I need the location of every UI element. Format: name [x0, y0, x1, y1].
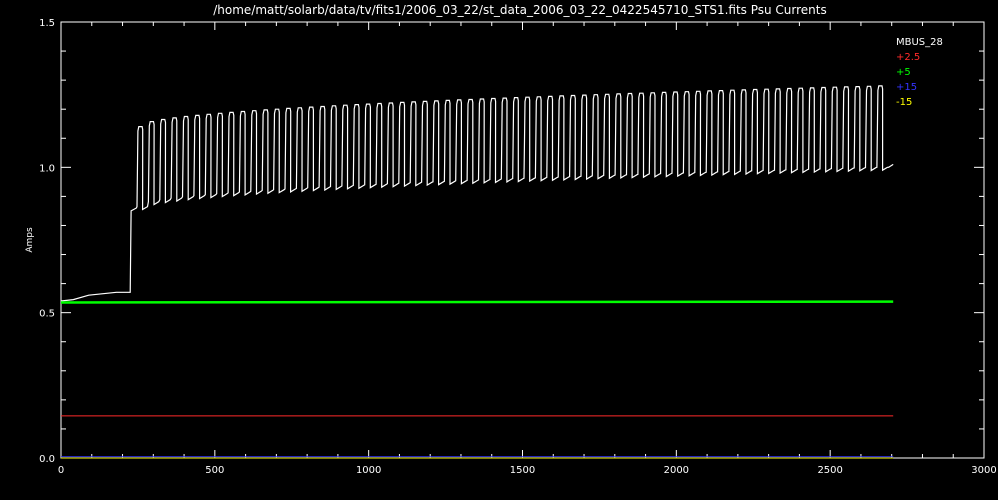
- x-tick-label: 0: [58, 465, 64, 476]
- x-axis-ticks: 0 500 1000 1500 2000 2500 3000: [58, 22, 997, 476]
- series-mbus-28: [60, 85, 894, 302]
- chart-title: /home/matt/solarb/data/tv/fits1/2006_03_…: [213, 3, 827, 17]
- y-tick-label: 0.0: [39, 454, 55, 465]
- x-tick-label: 1500: [510, 465, 535, 476]
- x-tick-label: 2500: [817, 465, 842, 476]
- y-tick-label: 0.5: [39, 309, 55, 320]
- y-axis-ticks: 0.0 0.5 1.0 1.5: [39, 18, 984, 465]
- y-axis-label: Amps: [25, 227, 35, 253]
- legend-entry: +15: [896, 82, 917, 93]
- x-tick-label: 3000: [971, 465, 996, 476]
- legend: MBUS_28 +2.5 +5 +15 -15: [896, 37, 943, 108]
- legend-entry: +5: [896, 67, 911, 78]
- y-tick-label: 1.0: [39, 163, 55, 174]
- legend-entry: MBUS_28: [896, 37, 943, 48]
- series-5: [60, 300, 894, 304]
- y-tick-label: 1.5: [39, 18, 55, 29]
- x-tick-label: 500: [205, 465, 224, 476]
- x-tick-label: 1000: [356, 465, 381, 476]
- psu-currents-chart: /home/matt/solarb/data/tv/fits1/2006_03_…: [25, 3, 997, 476]
- series-layer: [60, 85, 894, 459]
- legend-entry: -15: [896, 97, 912, 108]
- x-tick-label: 2000: [664, 465, 689, 476]
- legend-entry: +2.5: [896, 52, 920, 63]
